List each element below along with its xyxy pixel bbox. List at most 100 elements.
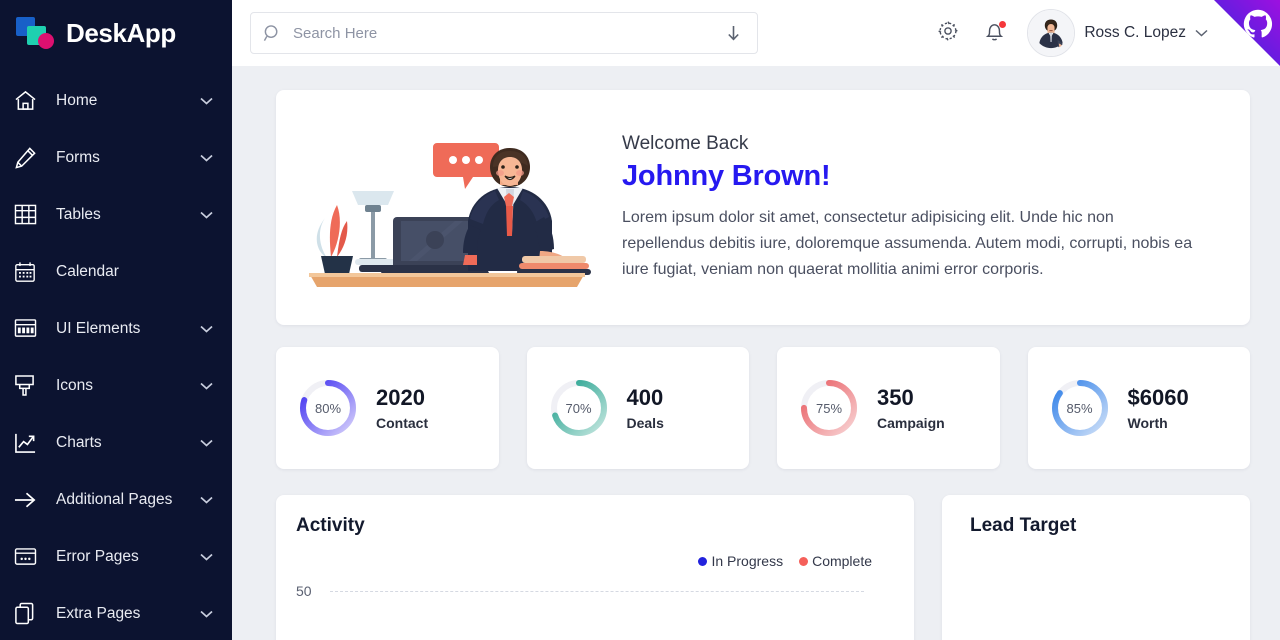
chevron-down-icon[interactable] [200,610,214,618]
sidebar-item-tables[interactable]: Tables [0,186,232,243]
activity-panel: Activity In Progress Complete 50 [276,495,914,640]
chevron-down-icon[interactable] [200,154,214,162]
sidebar-item-label: Home [56,91,98,109]
sidebar: DeskApp Home Forms Tables Calendar UI El… [0,0,232,640]
sidebar-item-home[interactable]: Home [0,72,232,129]
header-actions: Ross C. Lopez [925,0,1208,66]
user-name: Ross C. Lopez [1084,24,1186,41]
arrow-down-icon[interactable] [727,25,743,41]
ui-elements-icon [14,317,44,341]
legend-item-in-progress[interactable]: In Progress [698,553,783,569]
stat-caption: Worth [1127,415,1168,431]
stat-card-contact[interactable]: 80% 2020 Contact [276,347,499,469]
notifications-button[interactable] [971,10,1017,56]
content-area: Welcome Back Johnny Brown! Lorem ipsum d… [232,66,1280,640]
home-icon [14,89,44,113]
search-icon [263,24,285,43]
chevron-down-icon[interactable] [200,211,214,219]
sidebar-item-charts[interactable]: Charts [0,414,232,471]
chevron-down-icon[interactable] [200,496,214,504]
stat-card-worth[interactable]: 85% $6060 Worth [1027,347,1250,469]
sidebar-item-label: Additional Pages [56,490,173,508]
welcome-card: Welcome Back Johnny Brown! Lorem ipsum d… [276,90,1250,325]
browser-icon [14,545,44,569]
progress-ring: 75% [799,378,859,438]
legend-item-complete[interactable]: Complete [799,553,872,569]
businessman-desk-illustration-icon [282,108,612,308]
legend-label: In Progress [711,553,784,569]
top-header: Ross C. Lopez [232,0,1280,66]
chevron-down-icon[interactable] [200,439,214,447]
stat-card-deals[interactable]: 70% 400 Deals [526,347,749,469]
stat-number: $6060 [1127,385,1189,410]
stat-number: 400 [626,385,664,410]
lead-target-panel: Lead Target [942,495,1250,640]
sidebar-item-error-pages[interactable]: Error Pages [0,528,232,585]
welcome-body: Lorem ipsum dolor sit amet, consectetur … [622,208,1193,278]
stat-card-campaign[interactable]: 75% 350 Campaign [777,347,1000,469]
ring-percent-label: 70% [565,400,592,416]
deskapp-logo-icon [14,14,54,52]
stat-number: 350 [877,385,914,410]
sidebar-item-label: Tables [56,205,101,223]
welcome-title: Johnny Brown! [622,159,831,192]
chevron-down-icon[interactable] [200,382,214,390]
bottom-panels: Activity In Progress Complete 50 Lead Ta… [276,495,1250,640]
stat-caption: Deals [626,415,664,431]
stat-caption: Campaign [877,415,945,431]
chevron-down-icon[interactable] [1195,29,1208,37]
pencil-icon [14,146,44,170]
table-grid-icon [14,203,44,227]
avatar [1027,9,1076,57]
chevron-down-icon[interactable] [200,553,214,561]
sidebar-item-label: Charts [56,433,102,451]
sidebar-item-forms[interactable]: Forms [0,129,232,186]
progress-ring: 85% [1050,378,1110,438]
gear-icon [937,20,959,47]
radial-gauge-icon [970,567,1226,640]
settings-button[interactable] [925,10,971,56]
user-menu[interactable]: Ross C. Lopez [1027,9,1208,57]
progress-ring: 80% [298,378,358,438]
y-axis-tick: 50 [296,583,312,599]
sidebar-item-label: Error Pages [56,547,139,565]
sidebar-item-extra-pages[interactable]: Extra Pages [0,585,232,640]
arrow-right-icon [14,488,44,512]
chevron-down-icon[interactable] [200,97,214,105]
welcome-text: Welcome Back Johnny Brown! Lorem ipsum d… [612,133,1216,283]
ring-percent-label: 80% [314,400,342,416]
sidebar-item-calendar[interactable]: Calendar [0,243,232,300]
chevron-down-icon[interactable] [200,325,214,333]
main-area: Ross C. Lopez [232,0,1280,640]
stat-cards: 80% 2020 Contact 70% 400 Deals 75% 350 C… [276,347,1250,469]
github-icon[interactable] [1243,9,1273,44]
progress-ring: 70% [549,378,609,438]
sidebar-item-ui-elements[interactable]: UI Elements [0,300,232,357]
paintbrush-icon [14,374,44,398]
activity-title: Activity [296,515,365,536]
stat-text: $6060 Worth [1128,385,1189,431]
stat-text: 350 Campaign [877,385,945,431]
copy-pages-icon [14,602,44,626]
brand-name: DeskApp [66,17,176,48]
sidebar-item-additional-pages[interactable]: Additional Pages [0,471,232,528]
search-input[interactable] [285,24,727,42]
search-box[interactable] [250,12,758,54]
calendar-icon [14,260,44,284]
sidebar-item-label: Forms [56,148,100,166]
github-ribbon[interactable] [1214,0,1280,66]
notification-badge [999,21,1007,28]
sidebar-item-label: Calendar [56,262,119,280]
sidebar-item-label: Extra Pages [56,604,141,622]
brand[interactable]: DeskApp [0,0,232,66]
activity-legend: In Progress Complete [296,553,890,569]
legend-label: Complete [812,553,872,569]
chart-trend-icon [14,431,44,455]
legend-dot-complete [799,556,809,566]
ring-percent-label: 75% [815,400,843,416]
welcome-subtitle: Welcome Back [622,132,749,154]
sidebar-item-label: Icons [56,376,94,394]
stat-caption: Contact [376,415,429,431]
sidebar-item-icons[interactable]: Icons [0,357,232,414]
stat-number: 2020 [376,385,425,410]
